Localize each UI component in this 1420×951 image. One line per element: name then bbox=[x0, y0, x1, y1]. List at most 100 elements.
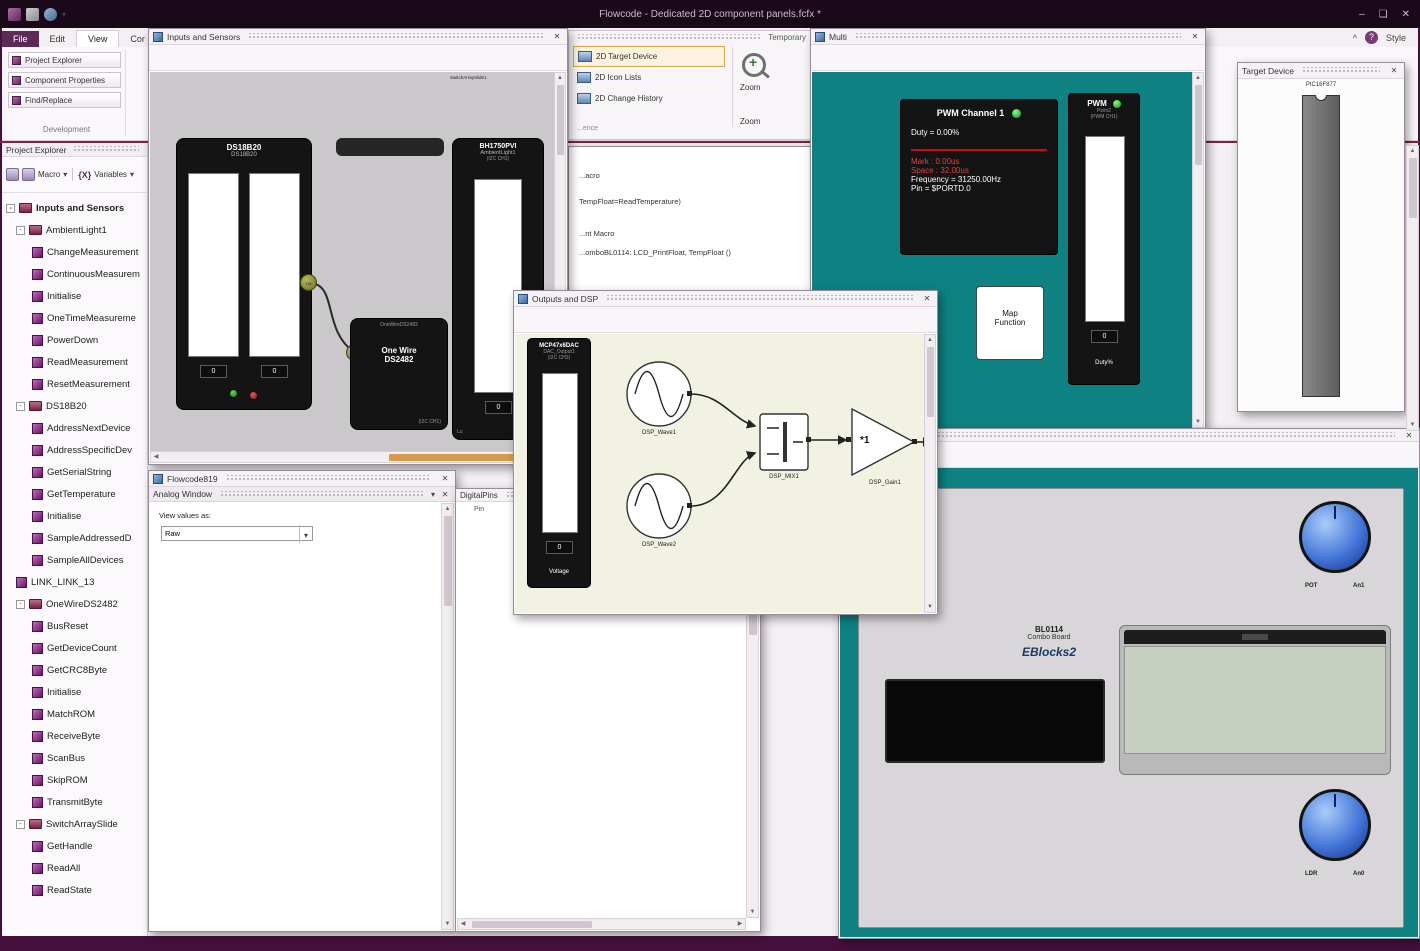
tree-item-onetimemeasureme[interactable]: OneTimeMeasureme bbox=[2, 307, 147, 329]
dropdown-caret-icon[interactable] bbox=[299, 524, 312, 543]
map-function-box[interactable]: Map Function bbox=[976, 286, 1044, 360]
project-explorer-button[interactable]: Project Explorer bbox=[8, 52, 121, 68]
variables-button[interactable]: Variables bbox=[94, 170, 127, 179]
close-icon[interactable] bbox=[1189, 32, 1201, 41]
ribbon-tab-file[interactable]: File bbox=[2, 31, 39, 47]
ribbon-tab-view[interactable]: View bbox=[76, 30, 120, 47]
tree-item-readmeasurement[interactable]: ReadMeasurement bbox=[2, 351, 147, 373]
scrollbar-thumb[interactable] bbox=[472, 921, 592, 928]
scroll-left-icon[interactable] bbox=[151, 452, 161, 462]
tree-item-readall[interactable]: ReadAll bbox=[2, 857, 147, 879]
onewire-bus-node-1[interactable]: 1W bbox=[300, 274, 317, 291]
ribbon-collapse-button[interactable]: ^ bbox=[1353, 33, 1357, 43]
close-icon[interactable] bbox=[1403, 431, 1415, 440]
tree-item-initialise[interactable]: Initialise bbox=[2, 505, 147, 527]
tree-item-addressnextdevice[interactable]: AddressNextDevice bbox=[2, 417, 147, 439]
tree-item-continuousmeasurem[interactable]: ContinuousMeasurem bbox=[2, 263, 147, 285]
macro-caret-icon[interactable] bbox=[63, 170, 67, 179]
tree-group-ambientlight1[interactable]: - AmbientLight1 bbox=[2, 219, 147, 241]
tree-group-link_link_13[interactable]: LINK_LINK_13 bbox=[2, 571, 147, 593]
scroll-left-icon[interactable] bbox=[458, 919, 468, 929]
view-item-2d-change-history[interactable]: 2D Change History bbox=[573, 88, 725, 109]
tree-root[interactable]: - Inputs and Sensors bbox=[2, 197, 147, 219]
tree-item-scanbus[interactable]: ScanBus bbox=[2, 747, 147, 769]
close-icon[interactable] bbox=[1402, 9, 1410, 20]
tree-item-gethandle[interactable]: GetHandle bbox=[2, 835, 147, 857]
vertical-scrollbar[interactable] bbox=[924, 334, 936, 613]
help-button[interactable]: ? bbox=[1364, 31, 1378, 44]
tree-item-matchrom[interactable]: MatchROM bbox=[2, 703, 147, 725]
scroll-down-icon[interactable] bbox=[925, 602, 935, 612]
horizontal-scrollbar[interactable] bbox=[150, 451, 554, 463]
scrollbar-thumb[interactable] bbox=[1195, 85, 1202, 165]
scrollbar-thumb[interactable] bbox=[927, 347, 934, 417]
tree-item-resetmeasurement[interactable]: ResetMeasurement bbox=[2, 373, 147, 395]
close-icon[interactable] bbox=[1388, 66, 1400, 75]
view-item-2d-target-device[interactable]: 2D Target Device bbox=[573, 46, 725, 67]
quick-access-caret-icon[interactable] bbox=[62, 10, 66, 19]
scroll-down-icon[interactable] bbox=[442, 919, 453, 929]
tree-item-powerdown[interactable]: PowerDown bbox=[2, 329, 147, 351]
macro-button[interactable]: Macro bbox=[38, 170, 60, 179]
pwm-duty-slider[interactable] bbox=[1085, 136, 1125, 322]
analog-window-titlebar[interactable]: Flowcode819 bbox=[149, 471, 455, 487]
find-replace-button[interactable]: Find/Replace bbox=[8, 92, 121, 108]
tree-item-busreset[interactable]: BusReset bbox=[2, 615, 147, 637]
variables-caret-icon[interactable] bbox=[130, 170, 134, 179]
tree-item-sampleaddressedd[interactable]: SampleAddressedD bbox=[2, 527, 147, 549]
tree-item-addressspecificdev[interactable]: AddressSpecificDev bbox=[2, 439, 147, 461]
scroll-up-icon[interactable] bbox=[442, 504, 453, 514]
multi-window-titlebar[interactable]: Multi bbox=[811, 29, 1205, 45]
tree-item-getcrc8byte[interactable]: GetCRC8Byte bbox=[2, 659, 147, 681]
inputs-window-titlebar[interactable]: Inputs and Sensors bbox=[149, 29, 567, 45]
pot-knob[interactable] bbox=[1299, 501, 1371, 573]
scroll-up-icon[interactable] bbox=[925, 335, 935, 345]
undo-icon[interactable] bbox=[44, 7, 57, 21]
tree-item-gettemperature[interactable]: GetTemperature bbox=[2, 483, 147, 505]
tree-item-getdevicecount[interactable]: GetDeviceCount bbox=[2, 637, 147, 659]
close-icon[interactable] bbox=[439, 474, 451, 483]
scroll-right-icon[interactable] bbox=[735, 919, 745, 929]
tree-item-initialise[interactable]: Initialise bbox=[2, 285, 147, 307]
tree-item-readstate[interactable]: ReadState bbox=[2, 879, 147, 901]
dsp-window-titlebar[interactable]: Outputs and DSP bbox=[514, 291, 937, 307]
tree-item-samplealldevices[interactable]: SampleAllDevices bbox=[2, 549, 147, 571]
grid-view-icon[interactable] bbox=[6, 168, 19, 181]
minimize-icon[interactable] bbox=[1359, 9, 1365, 20]
scrollbar-thumb[interactable] bbox=[557, 85, 564, 155]
zoom-icon[interactable] bbox=[742, 53, 766, 77]
maximize-icon[interactable] bbox=[1379, 9, 1388, 20]
zoom-button-2[interactable]: Zoom bbox=[740, 117, 760, 126]
vertical-scrollbar[interactable] bbox=[441, 503, 454, 930]
target-window-titlebar[interactable]: Target Device bbox=[1238, 63, 1404, 79]
scroll-up-icon[interactable] bbox=[1407, 146, 1418, 156]
pin-caret-icon[interactable] bbox=[431, 489, 435, 499]
ribbon-tab-com[interactable]: Com bbox=[119, 31, 145, 47]
horizontal-scrollbar[interactable] bbox=[457, 918, 746, 930]
scrollbar-thumb[interactable] bbox=[1409, 158, 1417, 218]
tree-group-ds18b20[interactable]: - DS18B20 bbox=[2, 395, 147, 417]
tree-item-changemeasurement[interactable]: ChangeMeasurement bbox=[2, 241, 147, 263]
list-view-icon[interactable] bbox=[22, 168, 35, 181]
ribbon-tab-edit[interactable]: Edit bbox=[39, 31, 77, 47]
save-icon[interactable] bbox=[26, 7, 39, 21]
tree-group-onewireds2482[interactable]: - OneWireDS2482 bbox=[2, 593, 147, 615]
tree-item-getserialstring[interactable]: GetSerialString bbox=[2, 461, 147, 483]
analog-panel-header[interactable]: Analog Window bbox=[149, 487, 455, 502]
scroll-up-icon[interactable] bbox=[1193, 73, 1203, 83]
close-icon[interactable] bbox=[551, 32, 563, 41]
main-vertical-scrollbar[interactable] bbox=[1406, 145, 1419, 431]
ds18b20-slider-2[interactable] bbox=[249, 173, 300, 357]
zoom-button[interactable]: Zoom bbox=[740, 83, 760, 92]
ds18b20-slider-1[interactable] bbox=[188, 173, 239, 357]
scroll-down-icon[interactable] bbox=[1193, 417, 1203, 427]
tree-group-switcharrayslide[interactable]: - SwitchArraySlide bbox=[2, 813, 147, 835]
scrollbar-thumb[interactable] bbox=[444, 516, 452, 606]
scroll-up-icon[interactable] bbox=[555, 73, 565, 83]
style-button[interactable]: Style bbox=[1386, 33, 1406, 43]
component-properties-button[interactable]: Component Properties bbox=[8, 72, 121, 88]
view-item-2d-icon-lists[interactable]: 2D Icon Lists bbox=[573, 67, 725, 88]
scroll-down-icon[interactable] bbox=[1407, 420, 1418, 430]
scroll-down-icon[interactable] bbox=[747, 907, 758, 917]
vertical-scrollbar[interactable] bbox=[1192, 72, 1204, 428]
